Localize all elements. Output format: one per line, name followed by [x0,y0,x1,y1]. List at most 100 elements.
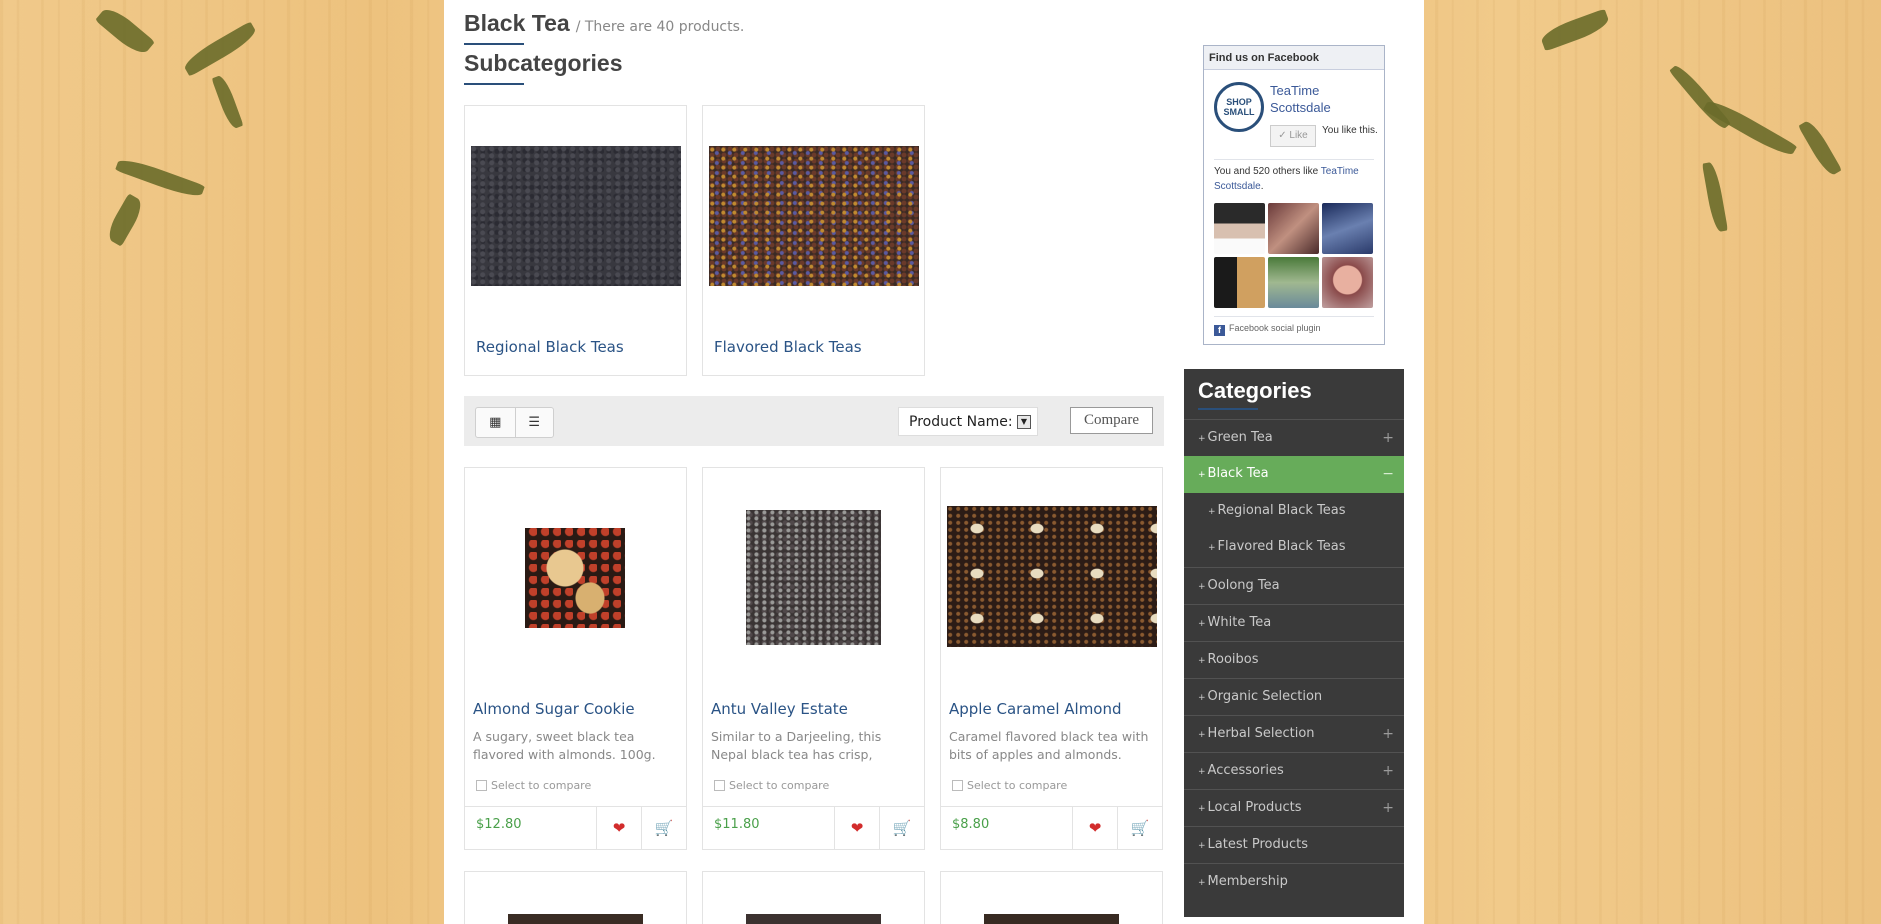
subcategory-name[interactable]: Flavored Black Teas [714,338,862,356]
heart-icon[interactable]: ❤ [596,807,641,849]
product-footer: $12.80 ❤ 🛒 [465,806,686,849]
subcategories-underline [464,83,524,85]
compare-checkbox[interactable]: Select to compare [476,779,591,792]
facebook-plugin-credit[interactable]: f Facebook social plugin [1214,323,1321,336]
category-item-white-tea[interactable]: + White Tea [1184,604,1404,641]
subcategory-image[interactable] [709,146,919,286]
product-footer: $8.80 ❤ 🛒 [941,806,1162,849]
background-leaf [1668,61,1732,133]
compare-button[interactable]: Compare [1070,407,1153,434]
bullet-icon: + [1198,656,1206,666]
category-item-membership[interactable]: + Membership [1184,863,1404,900]
avatar[interactable] [1322,203,1373,254]
product-card: Antu Valley Estate Similar to a Darjeeli… [702,467,925,850]
category-label: Green Tea [1207,430,1273,445]
bullet-icon: + [1198,470,1206,480]
cart-icon[interactable]: 🛒 [641,807,686,849]
product-name[interactable]: Almond Sugar Cookie [473,700,635,718]
product-price: $8.80 [952,817,990,832]
product-count: / There are 40 products. [575,19,745,35]
background-leaf [1702,161,1728,233]
avatar[interactable] [1214,203,1265,254]
cart-icon[interactable]: 🛒 [879,807,924,849]
category-item-accessories[interactable]: + Accessories + [1184,752,1404,789]
product-image[interactable] [746,510,881,645]
avatar[interactable] [1268,257,1319,308]
category-item-rooibos[interactable]: + Rooibos [1184,641,1404,678]
grid-icon[interactable]: ▦ [476,408,515,437]
product-footer: $11.80 ❤ 🛒 [703,806,924,849]
sort-value: Product Name: A [909,414,1027,430]
bullet-icon: + [1208,543,1216,553]
compare-label: Select to compare [729,779,830,792]
others-prefix: You and 520 others like [1214,166,1319,177]
facebook-icon: f [1214,325,1225,336]
category-item-green-tea[interactable]: + Green Tea + [1184,419,1404,456]
product-name[interactable]: Antu Valley Estate [711,700,848,718]
bullet-icon: + [1198,841,1206,851]
compare-checkbox[interactable]: Select to compare [952,779,1067,792]
product-image[interactable] [746,914,881,924]
category-label: Membership [1207,874,1288,889]
background-leaf [180,21,260,77]
subcategory-name[interactable]: Regional Black Teas [476,338,624,356]
product-description: Similar to a Darjeeling, this Nepal blac… [711,729,882,762]
divider [1214,159,1374,160]
expand-icon[interactable]: + [1382,790,1394,826]
subcategory-image[interactable] [471,146,681,286]
facebook-like-button[interactable]: ✓ Like [1270,125,1316,147]
list-icon[interactable]: ☰ [514,408,554,437]
product-toolbar: ▦ ☰ Product Name: A ▼ Compare [464,396,1164,446]
product-name[interactable]: Apple Caramel Almond [949,700,1122,718]
categories-title: Categories [1198,378,1312,403]
heart-icon[interactable]: ❤ [1072,807,1117,849]
avatar[interactable] [1268,203,1319,254]
subcategory-card-regional[interactable]: Regional Black Teas [464,105,687,376]
category-item-flavored-black-teas[interactable]: + Flavored Black Teas [1184,529,1404,566]
heart-icon[interactable]: ❤ [834,807,879,849]
category-label: Oolong Tea [1207,578,1280,593]
sort-select[interactable]: Product Name: A ▼ [898,407,1038,436]
product-image[interactable] [984,914,1119,924]
compare-label: Select to compare [967,779,1068,792]
category-item-latest-products[interactable]: + Latest Products [1184,826,1404,863]
expand-icon[interactable]: + [1382,753,1394,789]
facebook-faces [1214,203,1376,308]
chevron-down-icon[interactable]: ▼ [1017,415,1031,429]
facebook-page-link[interactable]: TeaTime Scottsdale [1270,82,1380,116]
product-card: Almond Sugar Cookie A sugary, sweet blac… [464,467,687,850]
category-heading: Black Tea / There are 40 products. [464,10,744,37]
category-label: Organic Selection [1207,689,1323,704]
category-label: Herbal Selection [1207,726,1315,741]
category-label: Latest Products [1207,837,1308,852]
product-image[interactable] [525,528,625,628]
category-item-black-tea[interactable]: + Black Tea − [1184,456,1404,493]
category-item-local-products[interactable]: + Local Products + [1184,789,1404,826]
avatar[interactable] [1322,257,1373,308]
category-item-regional-black-teas[interactable]: + Regional Black Teas [1184,493,1404,530]
category-label: Flavored Black Teas [1217,539,1346,554]
checkbox-icon[interactable] [476,780,487,791]
product-image[interactable] [947,506,1157,647]
subcategories-title: Subcategories [464,50,623,76]
product-card: Apple Caramel Almond Caramel flavored bl… [940,467,1163,850]
category-item-oolong-tea[interactable]: + Oolong Tea [1184,567,1404,604]
product-image[interactable] [508,914,643,924]
category-item-organic-selection[interactable]: + Organic Selection [1184,678,1404,715]
cart-icon[interactable]: 🛒 [1117,807,1162,849]
category-label: Rooibos [1207,652,1259,667]
expand-icon[interactable]: + [1382,420,1394,456]
avatar[interactable] [1214,257,1265,308]
checkbox-icon[interactable] [714,780,725,791]
category-label: Black Tea [1207,466,1269,481]
bullet-icon: + [1198,804,1206,814]
others-suffix: . [1260,181,1264,192]
subcategory-card-flavored[interactable]: Flavored Black Teas [702,105,925,376]
facebook-you-like: You like this. [1322,125,1378,136]
category-item-herbal-selection[interactable]: + Herbal Selection + [1184,715,1404,752]
collapse-icon[interactable]: − [1382,456,1394,492]
checkbox-icon[interactable] [952,780,963,791]
expand-icon[interactable]: + [1382,716,1394,752]
shop-small-logo[interactable]: SHOP SMALL [1214,82,1264,132]
compare-checkbox[interactable]: Select to compare [714,779,829,792]
